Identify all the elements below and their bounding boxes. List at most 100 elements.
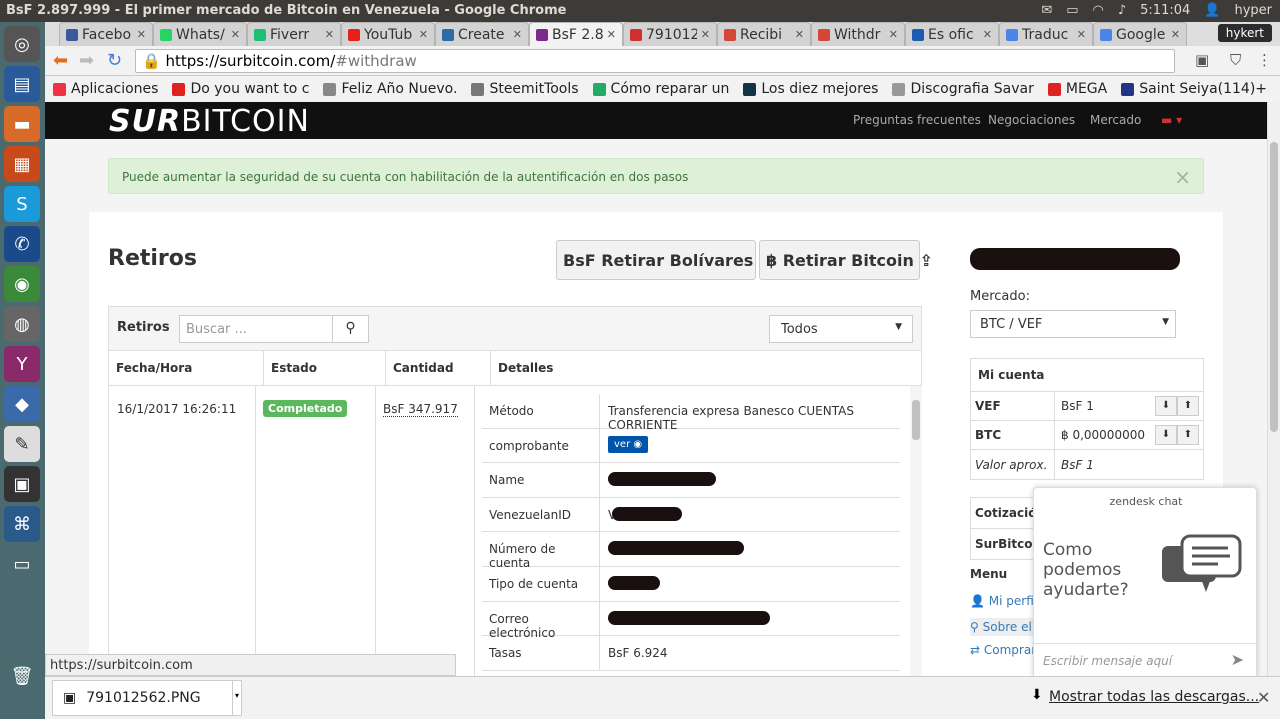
- upload-icon[interactable]: ⬆: [1177, 396, 1199, 416]
- inner-scrollbar[interactable]: [910, 386, 922, 676]
- close-tab-icon[interactable]: ✕: [701, 28, 710, 41]
- view-receipt-button[interactable]: ver ◉: [608, 435, 649, 453]
- download-options[interactable]: ▾: [232, 680, 242, 716]
- back-icon[interactable]: ⬅: [53, 50, 68, 71]
- search-button[interactable]: ⚲: [332, 315, 369, 343]
- user-icon[interactable]: 👤: [1204, 3, 1220, 18]
- close-tab-icon[interactable]: ✕: [1077, 28, 1086, 41]
- shield-icon[interactable]: ⛉: [1230, 51, 1241, 69]
- close-tab-icon[interactable]: ✕: [889, 28, 898, 41]
- nav-negociaciones[interactable]: Negociaciones: [988, 113, 1075, 127]
- bookmark-item[interactable]: Do you want to c: [172, 81, 309, 97]
- clock[interactable]: 5:11:04: [1140, 3, 1190, 18]
- close-icon[interactable]: ✕: [1257, 688, 1270, 707]
- profile-button[interactable]: hykert: [1217, 24, 1272, 42]
- cell-cantidad[interactable]: BsF 347.917: [383, 402, 458, 417]
- volume-icon[interactable]: ♪: [1118, 3, 1126, 18]
- close-tab-icon[interactable]: ✕: [419, 28, 428, 41]
- page-scrollbar[interactable]: [1267, 102, 1280, 676]
- tab-image[interactable]: 791012 ✕: [623, 22, 717, 46]
- close-tab-icon[interactable]: ✕: [231, 28, 240, 41]
- wifi-icon[interactable]: ◠: [1093, 3, 1104, 18]
- market-select[interactable]: BTC / VEF ▼: [970, 310, 1176, 338]
- search-input[interactable]: Buscar ...: [179, 315, 333, 343]
- workbench-icon[interactable]: ⌘: [4, 506, 40, 542]
- col-cantidad[interactable]: Cantidad: [386, 351, 491, 386]
- tab-surbitcoin[interactable]: BsF 2.8 ✕: [529, 22, 623, 46]
- tab-fiverr[interactable]: Fiverr ✕: [247, 22, 341, 46]
- bookmark-apps[interactable]: Aplicaciones: [53, 81, 158, 97]
- chat-widget[interactable]: zendesk chat Como podemos ayudarte? Escr…: [1033, 487, 1257, 676]
- video-editor-icon[interactable]: ▣: [4, 466, 40, 502]
- bookmark-folder[interactable]: SteemitTools: [471, 81, 579, 97]
- virtualbox-icon[interactable]: ◆: [4, 386, 40, 422]
- yahoo-icon[interactable]: Y: [4, 346, 40, 382]
- col-estado[interactable]: Estado: [264, 351, 386, 386]
- menu-icon[interactable]: ⋮: [1257, 51, 1272, 69]
- close-tab-icon[interactable]: ✕: [607, 28, 616, 41]
- reload-icon[interactable]: ↻: [107, 50, 122, 71]
- phone-icon[interactable]: ✆: [4, 226, 40, 262]
- bookmark-item[interactable]: Cómo reparar un: [592, 81, 729, 97]
- lock-icon: 🔒: [142, 52, 161, 70]
- skype-icon[interactable]: S: [4, 186, 40, 222]
- forward-icon[interactable]: ➡: [79, 50, 94, 71]
- extension-icon[interactable]: ▣: [1195, 51, 1209, 69]
- col-fecha[interactable]: Fecha/Hora: [109, 351, 264, 386]
- tab-facebook[interactable]: Facebo ✕: [59, 22, 153, 46]
- close-tab-icon[interactable]: ✕: [795, 28, 804, 41]
- tab-whatsapp[interactable]: Whats/✕: [153, 22, 247, 46]
- scroll-thumb[interactable]: [912, 400, 920, 440]
- battery-icon[interactable]: ▭: [1066, 3, 1078, 18]
- text-editor-icon[interactable]: ✎: [4, 426, 40, 462]
- tab-es-ofic[interactable]: Es ofic ✕: [905, 22, 999, 46]
- trash-icon[interactable]: 🗑: [4, 658, 40, 694]
- user-name[interactable]: hyper: [1234, 3, 1272, 18]
- menu-mi-perfil[interactable]: 👤 Mi perfil: [970, 594, 1037, 608]
- bookmark-item[interactable]: Feliz Año Nuevo.: [323, 81, 457, 97]
- tab-create[interactable]: Create ✕: [435, 22, 529, 46]
- download-item[interactable]: ▣ 791012562.PNG: [52, 680, 241, 716]
- menu-comprar[interactable]: ⇄ Comprar: [970, 643, 1036, 657]
- chrome-icon[interactable]: ◉: [4, 266, 40, 302]
- mail-icon[interactable]: ✉: [1041, 3, 1052, 18]
- tab-youtube[interactable]: YouTub ✕: [341, 22, 435, 46]
- bookmark-item[interactable]: Los diez mejores: [743, 81, 878, 97]
- filter-dropdown[interactable]: Todos ▼: [769, 315, 913, 343]
- withdraw-bitcoin-button[interactable]: ฿ Retirar Bitcoin ⇪: [759, 240, 933, 280]
- tab-google[interactable]: Google ✕: [1093, 22, 1187, 46]
- show-all-downloads-link[interactable]: Mostrar todas las descargas...: [1049, 689, 1259, 705]
- workspace-icon[interactable]: ▭: [4, 546, 40, 582]
- document-viewer-icon[interactable]: ▤: [4, 66, 40, 102]
- site-logo[interactable]: SURBITCOIN: [109, 104, 310, 139]
- close-icon[interactable]: ×: [1174, 165, 1191, 189]
- language-flag-icon[interactable]: ▬ ▾: [1161, 113, 1182, 127]
- close-tab-icon[interactable]: ✕: [983, 28, 992, 41]
- chat-input[interactable]: Escribir mensaje aquí ➤: [1034, 643, 1256, 676]
- download-icon[interactable]: ⬇: [1155, 396, 1177, 416]
- webcam-icon[interactable]: ◍: [4, 306, 40, 342]
- bookmark-item[interactable]: Saint Seiya(114)+: [1121, 81, 1267, 97]
- send-icon[interactable]: ➤: [1231, 650, 1244, 669]
- dash-icon[interactable]: ◎: [4, 26, 40, 62]
- software-center-icon[interactable]: ▦: [4, 146, 40, 182]
- close-tab-icon[interactable]: ✕: [1171, 28, 1180, 41]
- tab-gmail-withdr[interactable]: Withdr ✕: [811, 22, 905, 46]
- close-tab-icon[interactable]: ✕: [513, 28, 522, 41]
- nav-mercado[interactable]: Mercado: [1090, 113, 1141, 127]
- upload-icon[interactable]: ⬆: [1177, 425, 1199, 445]
- bookmark-item[interactable]: MEGA: [1047, 81, 1107, 97]
- tab-gmail-recibi[interactable]: Recibi ✕: [717, 22, 811, 46]
- address-bar[interactable]: 🔒 https://surbitcoin.com/#withdraw: [135, 49, 1175, 73]
- close-tab-icon[interactable]: ✕: [325, 28, 334, 41]
- withdraw-bolivares-button[interactable]: BsF Retirar Bolívares ⇪: [556, 240, 772, 280]
- close-tab-icon[interactable]: ✕: [137, 28, 146, 41]
- bookmark-item[interactable]: Discografia Savar: [892, 81, 1034, 97]
- col-detalles[interactable]: Detalles: [491, 351, 921, 386]
- scroll-thumb[interactable]: [1270, 142, 1278, 432]
- nav-faq[interactable]: Preguntas frecuentes: [853, 113, 981, 127]
- tab-translate[interactable]: Traduc ✕: [999, 22, 1093, 46]
- download-icon[interactable]: ⬇: [1155, 425, 1177, 445]
- menu-sobre[interactable]: ⚲ Sobre el: [970, 618, 1040, 636]
- files-icon[interactable]: ▬: [4, 106, 40, 142]
